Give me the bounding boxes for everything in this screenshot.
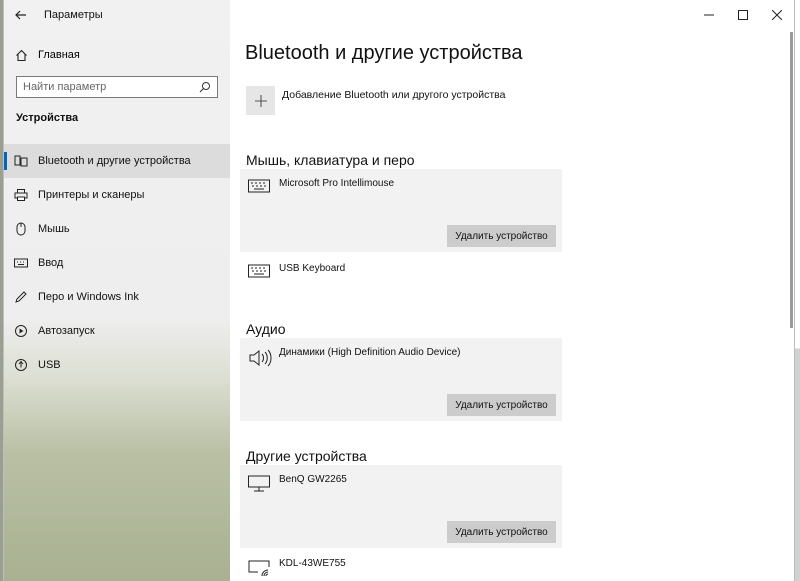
minimize-icon bbox=[704, 14, 714, 16]
page-title: Bluetooth и другие устройства bbox=[245, 42, 523, 64]
settings-window: Параметры Главная Устройства Bluetooth и… bbox=[4, 0, 794, 581]
keyboard-icon bbox=[4, 258, 38, 268]
sidebar: Параметры Главная Устройства Bluetooth и… bbox=[4, 0, 230, 581]
device-name: Динамики (High Definition Audio Device) bbox=[279, 347, 461, 358]
maximize-button[interactable] bbox=[726, 0, 760, 30]
device-item[interactable]: USB Keyboard bbox=[240, 254, 562, 294]
group-header: Мышь, клавиатура и перо bbox=[246, 152, 415, 168]
monitor-icon bbox=[248, 475, 270, 495]
device-card[interactable]: Microsoft Pro Intellimouse Удалить устро… bbox=[240, 169, 562, 252]
remove-device-button[interactable]: Удалить устройство bbox=[447, 394, 556, 416]
minimize-button[interactable] bbox=[692, 0, 726, 30]
device-name: KDL-43WE755 bbox=[279, 558, 346, 569]
sidebar-item-pen[interactable]: Перо и Windows Ink bbox=[4, 280, 230, 314]
titlebar-left: Параметры bbox=[4, 0, 230, 30]
sidebar-item-label: Принтеры и сканеры bbox=[38, 189, 145, 201]
sidebar-item-printers[interactable]: Принтеры и сканеры bbox=[4, 178, 230, 212]
sidebar-item-label: USB bbox=[38, 359, 61, 371]
printer-icon bbox=[4, 188, 38, 202]
add-device-button[interactable]: Добавление Bluetooth или другого устройс… bbox=[246, 86, 505, 115]
remove-device-button[interactable]: Удалить устройство bbox=[447, 521, 556, 543]
add-device-label: Добавление Bluetooth или другого устройс… bbox=[282, 88, 506, 101]
close-icon bbox=[772, 10, 782, 20]
home-label: Главная bbox=[38, 49, 80, 61]
device-card[interactable]: Динамики (High Definition Audio Device) … bbox=[240, 338, 562, 421]
scrollbar-thumb[interactable] bbox=[790, 32, 793, 328]
group-header: Другие устройства bbox=[246, 448, 367, 464]
search-icon bbox=[199, 82, 210, 93]
search-input[interactable] bbox=[23, 81, 199, 93]
sidebar-item-label: Автозапуск bbox=[38, 325, 95, 337]
sidebar-item-typing[interactable]: Ввод bbox=[4, 246, 230, 280]
main-content: Bluetooth и другие устройства Добавление… bbox=[230, 0, 794, 581]
desktop-background bbox=[794, 0, 800, 581]
device-card[interactable]: BenQ GW2265 Удалить устройство bbox=[240, 465, 562, 548]
window-controls bbox=[692, 0, 794, 30]
sidebar-item-label: Ввод bbox=[38, 257, 64, 269]
maximize-icon bbox=[738, 10, 748, 20]
sidebar-item-label: Bluetooth и другие устройства bbox=[38, 155, 191, 167]
keyboard-icon bbox=[248, 264, 270, 284]
back-arrow-icon bbox=[15, 10, 26, 20]
usb-icon bbox=[4, 358, 38, 372]
sidebar-item-bluetooth[interactable]: Bluetooth и другие устройства bbox=[4, 144, 230, 178]
plus-icon bbox=[246, 86, 275, 115]
device-name: USB Keyboard bbox=[279, 263, 346, 274]
sidebar-item-home[interactable]: Главная bbox=[4, 42, 230, 68]
device-item[interactable]: KDL-43WE755 bbox=[240, 549, 562, 581]
wireless-display-icon bbox=[248, 559, 270, 579]
sidebar-item-autoplay[interactable]: Автозапуск bbox=[4, 314, 230, 348]
sidebar-item-mouse[interactable]: Мышь bbox=[4, 212, 230, 246]
scrollbar[interactable] bbox=[788, 30, 794, 330]
sidebar-nav: Bluetooth и другие устройства Принтеры и… bbox=[4, 144, 230, 382]
sidebar-item-usb[interactable]: USB bbox=[4, 348, 230, 382]
sidebar-section-title: Устройства bbox=[16, 112, 79, 124]
device-name: BenQ GW2265 bbox=[279, 474, 347, 485]
sidebar-item-label: Перо и Windows Ink bbox=[38, 291, 139, 303]
mouse-icon bbox=[4, 222, 38, 236]
close-button[interactable] bbox=[760, 0, 794, 30]
device-name: Microsoft Pro Intellimouse bbox=[279, 178, 395, 189]
search-box[interactable] bbox=[16, 76, 218, 98]
autoplay-icon bbox=[4, 324, 38, 338]
speaker-icon bbox=[248, 348, 272, 368]
pen-icon bbox=[4, 290, 38, 304]
keyboard-icon bbox=[248, 179, 270, 199]
app-title: Параметры bbox=[44, 9, 103, 21]
sidebar-item-label: Мышь bbox=[38, 223, 70, 235]
bluetooth-devices-icon bbox=[4, 154, 38, 168]
remove-device-button[interactable]: Удалить устройство bbox=[447, 225, 556, 247]
home-icon bbox=[4, 49, 38, 62]
back-button[interactable] bbox=[4, 0, 38, 30]
group-header: Аудио bbox=[246, 321, 286, 337]
